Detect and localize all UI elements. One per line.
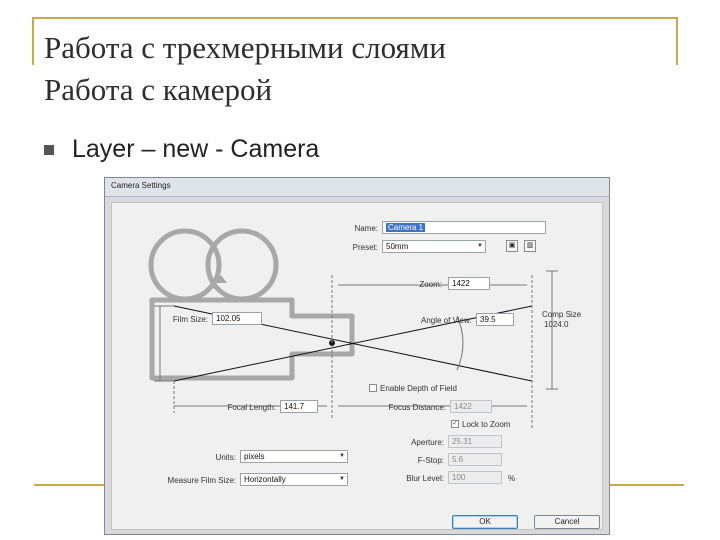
ok-button[interactable]: OK — [452, 515, 518, 529]
fstop-field[interactable]: 5.6 — [448, 453, 502, 466]
film-size-field[interactable]: 102.05 — [212, 312, 262, 325]
delete-preset-icon[interactable]: ▥ — [524, 240, 536, 252]
zoom-field[interactable]: 1422 — [448, 277, 490, 290]
frame-left-line — [32, 17, 34, 65]
fstop-label: F-Stop: — [417, 456, 444, 465]
camera-settings-dialog: Camera Settings Name: Camera 1 Preset: 5… — [104, 177, 610, 535]
aperture-field[interactable]: 25.31 — [448, 435, 502, 448]
preset-label: Preset: — [352, 243, 378, 252]
blur-level-field[interactable]: 100 — [448, 471, 502, 484]
film-size-label: Film Size: — [172, 315, 208, 324]
zoom-label: Zoom: — [419, 280, 442, 289]
units-select[interactable]: pixels ▼ — [240, 450, 348, 463]
preset-value: 50mm — [386, 242, 409, 251]
angle-of-view-field[interactable]: 39.5 — [476, 313, 514, 326]
focus-distance-label: Focus Distance: — [388, 403, 446, 412]
units-value: pixels — [244, 452, 265, 461]
frame-right-line — [676, 17, 678, 65]
save-preset-icon[interactable]: ▣ — [506, 240, 518, 252]
enable-dof-checkbox[interactable] — [369, 384, 377, 392]
settings-panel: Name: Camera 1 Preset: 50mm ▼ ▣ ▥ Zoom: 1… — [111, 202, 603, 530]
blur-unit: % — [508, 474, 516, 483]
comp-size-label: Comp Size — [542, 310, 582, 319]
lock-to-zoom-checkbox[interactable]: ✓ — [451, 420, 459, 428]
slide-title-line2: Работа с камерой — [44, 72, 273, 107]
aperture-label: Aperture: — [411, 438, 444, 447]
frame-top-line — [32, 17, 678, 19]
blur-level-label: Blur Level: — [406, 474, 444, 483]
angle-of-view-label: Angle of View: — [421, 316, 472, 325]
slide-title-line1: Работа с трехмерными слоями — [44, 30, 446, 65]
focal-length-label: Focal Length: — [227, 403, 276, 412]
enable-dof-label: Enable Depth of Field — [380, 384, 457, 393]
dialog-title: Camera Settings — [111, 181, 171, 190]
name-field[interactable]: Camera 1 — [382, 221, 546, 234]
units-label: Units: — [215, 453, 236, 462]
focal-length-field[interactable]: 141.7 — [280, 400, 318, 413]
chevron-down-icon: ▼ — [339, 453, 345, 459]
lock-to-zoom-label: Lock to Zoom — [462, 420, 511, 429]
bullet-text: Layer – new - Camera — [72, 135, 320, 163]
chevron-down-icon: ▼ — [477, 243, 483, 249]
measure-film-size-value: Horizontally — [244, 475, 286, 484]
chevron-down-icon: ▼ — [339, 476, 345, 482]
focus-distance-field[interactable]: 1422 — [450, 400, 492, 413]
dialog-titlebar[interactable]: Camera Settings — [105, 178, 609, 197]
slide-title: Работа с трехмерными слоями Работа с кам… — [44, 27, 446, 111]
preset-select[interactable]: 50mm ▼ — [382, 240, 486, 253]
name-label: Name: — [354, 224, 378, 233]
square-bullet-icon — [44, 145, 54, 155]
measure-film-size-label: Measure Film Size: — [167, 476, 236, 485]
comp-size-value: 1024.0 — [544, 320, 569, 329]
name-value: Camera 1 — [386, 223, 426, 232]
measure-film-size-select[interactable]: Horizontally ▼ — [240, 473, 348, 486]
cancel-button[interactable]: Cancel — [534, 515, 600, 529]
camera-outline-icon — [148, 228, 355, 381]
